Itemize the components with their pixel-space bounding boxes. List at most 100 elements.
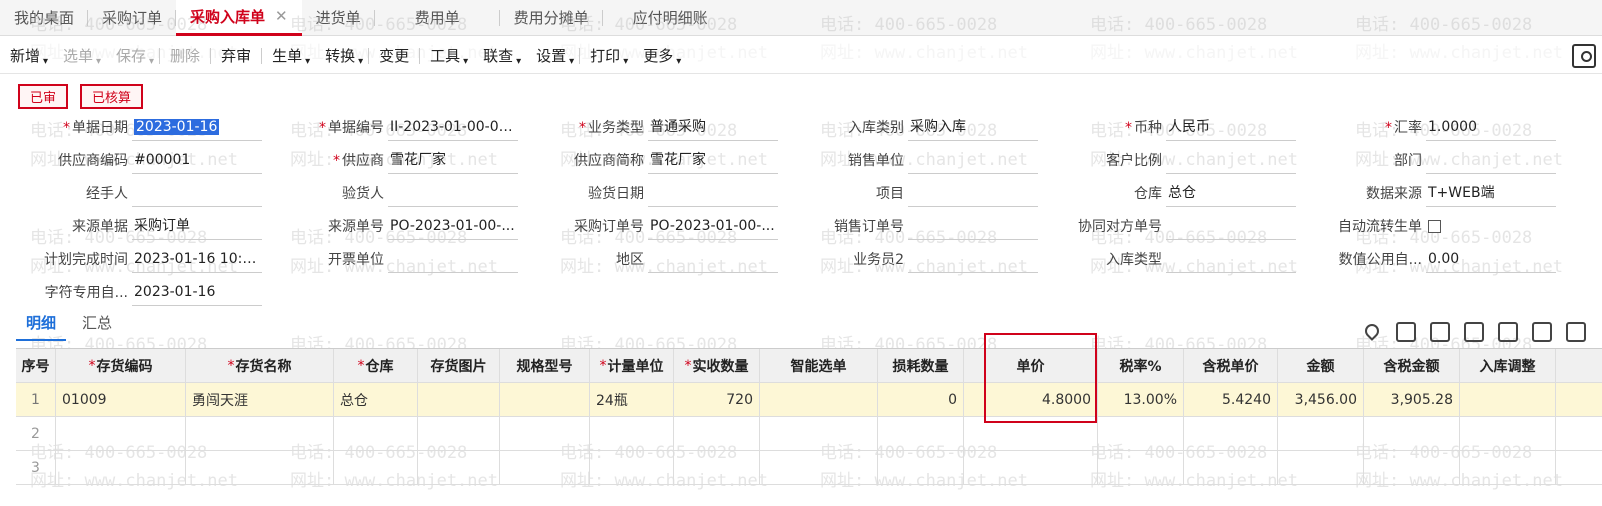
auto-flow-checkbox[interactable]: [1428, 219, 1441, 233]
project-input[interactable]: [908, 183, 1038, 207]
tab-purchase-receipt[interactable]: 采购入库单 ✕: [176, 0, 302, 36]
cell-loss-qty[interactable]: 0: [878, 383, 964, 416]
change-button[interactable]: 变更: [369, 38, 419, 74]
search-icon[interactable]: [1572, 43, 1596, 68]
cell-receipt-adjust[interactable]: [1460, 417, 1556, 450]
copy-row-icon[interactable]: [1396, 322, 1416, 342]
cell-unit[interactable]: 24瓶: [590, 383, 674, 416]
partner-no-input[interactable]: [1166, 216, 1296, 240]
cell-unit-price[interactable]: 4.8000: [964, 383, 1098, 416]
tab-expense-allocation[interactable]: 费用分摊单: [500, 0, 603, 36]
cell-smart-pick[interactable]: [760, 383, 878, 416]
data-source-input[interactable]: T+WEB端: [1426, 183, 1556, 207]
tab-purchase-order[interactable]: 采购订单: [88, 0, 177, 36]
cell-smart-pick[interactable]: [760, 417, 878, 450]
abandon-audit-button[interactable]: 弃审: [211, 38, 261, 74]
delete-row-icon[interactable]: [1464, 322, 1484, 342]
cell-received-qty[interactable]: [674, 451, 760, 484]
in-kind-input[interactable]: [1166, 249, 1296, 273]
plan-time-input[interactable]: 2023-01-16 10:4...: [132, 249, 262, 273]
handler-input[interactable]: [132, 183, 262, 207]
cell-item-image[interactable]: [418, 417, 500, 450]
tab-detail[interactable]: 明细: [16, 310, 67, 341]
cell-item-name[interactable]: [186, 417, 334, 450]
cell-tax-unit-price[interactable]: [1184, 417, 1278, 450]
dept-input[interactable]: [1426, 150, 1556, 174]
char-custom-input[interactable]: 2023-01-16: [132, 282, 262, 306]
tab-expense[interactable]: 费用单: [375, 0, 500, 36]
cell-item-code[interactable]: [56, 417, 186, 450]
cell-spec[interactable]: [500, 383, 590, 416]
location-pin-icon[interactable]: [1362, 321, 1382, 341]
tools-button[interactable]: 工具 ▾: [420, 38, 473, 74]
tab-my-desktop[interactable]: 我的桌面: [0, 0, 89, 36]
warehouse-input[interactable]: 总仓: [1166, 183, 1296, 207]
cell-receipt-adjust[interactable]: [1460, 451, 1556, 484]
column-header-item-image[interactable]: 存货图片: [418, 349, 500, 382]
column-header-loss-qty[interactable]: 损耗数量: [878, 349, 964, 382]
rate-input[interactable]: 1.0000: [1426, 117, 1556, 141]
cell-loss-qty[interactable]: [878, 451, 964, 484]
cell-unit[interactable]: [590, 417, 674, 450]
convert-button[interactable]: 转换 ▾: [315, 38, 368, 74]
cell-tax-rate[interactable]: [1098, 417, 1184, 450]
new-button[interactable]: 新增 ▾: [0, 38, 53, 74]
so-no-input[interactable]: [908, 216, 1038, 240]
cell-tax-amount[interactable]: [1364, 417, 1460, 450]
paste-row-icon[interactable]: [1430, 322, 1450, 342]
tab-goods-receipt[interactable]: 进货单: [302, 0, 375, 36]
column-header-spec[interactable]: 规格型号: [500, 349, 590, 382]
cell-tax-rate[interactable]: 13.00%: [1098, 383, 1184, 416]
pick-button[interactable]: 选单 ▾: [53, 38, 106, 74]
cell-loss-qty[interactable]: [878, 417, 964, 450]
region-input[interactable]: [648, 249, 778, 273]
num-custom-input[interactable]: 0.00: [1426, 249, 1556, 273]
cell-tax-unit-price[interactable]: 5.4240: [1184, 383, 1278, 416]
cell-item-name[interactable]: 勇闯天涯: [186, 383, 334, 416]
biz-type-input[interactable]: 普通采购: [648, 117, 778, 141]
column-header-tax-unit-price[interactable]: 含税单价: [1184, 349, 1278, 382]
vendor-short-input[interactable]: 雪花厂家: [648, 150, 778, 174]
cell-amount[interactable]: 3,456.00: [1278, 383, 1364, 416]
cell-unit[interactable]: [590, 451, 674, 484]
tab-summary[interactable]: 汇总: [72, 310, 122, 341]
cell-tax-amount[interactable]: [1364, 451, 1460, 484]
generate-button[interactable]: 生单 ▾: [262, 38, 315, 74]
cell-spec[interactable]: [500, 417, 590, 450]
cell-received-qty[interactable]: 720: [674, 383, 760, 416]
more-button[interactable]: 更多 ▾: [633, 38, 686, 74]
table-row[interactable]: 1 01009 勇闯天涯 总仓 24瓶 720 0 4.8000 13.00% 5.4240 3,4…: [16, 383, 1602, 417]
sort-icon[interactable]: [1498, 322, 1518, 342]
column-header-amount[interactable]: 金额: [1278, 349, 1364, 382]
cell-received-qty[interactable]: [674, 417, 760, 450]
vendor-input[interactable]: 雪花厂家: [388, 150, 518, 174]
in-type-input[interactable]: 采购入库: [908, 117, 1038, 141]
sales-unit-input[interactable]: [908, 150, 1038, 174]
cell-item-image[interactable]: [418, 451, 500, 484]
src-doc-input[interactable]: 采购订单: [132, 216, 262, 240]
cell-spec[interactable]: [500, 451, 590, 484]
cell-item-code[interactable]: 01009: [56, 383, 186, 416]
column-header-tax-amount[interactable]: 含税金额: [1364, 349, 1460, 382]
salesman2-input[interactable]: [908, 249, 1038, 273]
cell-warehouse[interactable]: [334, 451, 418, 484]
inspector-input[interactable]: [388, 183, 518, 207]
cell-amount[interactable]: [1278, 451, 1364, 484]
delete-button[interactable]: 删除: [160, 38, 210, 74]
table-row[interactable]: 3: [16, 451, 1602, 485]
column-header-received-qty[interactable]: * 实收数量: [674, 349, 760, 382]
print-button[interactable]: 打印 ▾: [580, 38, 633, 74]
column-header-item-code[interactable]: * 存货编码: [56, 349, 186, 382]
doc-no-input[interactable]: II-2023-01-00-0012: [388, 117, 518, 141]
cell-item-code[interactable]: [56, 451, 186, 484]
column-settings-icon[interactable]: [1532, 322, 1552, 342]
column-header-smart-pick[interactable]: 智能选单: [760, 349, 878, 382]
cell-tax-amount[interactable]: 3,905.28: [1364, 383, 1460, 416]
vendor-code-input[interactable]: #00001: [132, 150, 262, 174]
cell-warehouse[interactable]: 总仓: [334, 383, 418, 416]
invoice-unit-input[interactable]: [388, 249, 518, 273]
column-header-item-name[interactable]: * 存货名称: [186, 349, 334, 382]
table-row[interactable]: 2: [16, 417, 1602, 451]
inspect-date-input[interactable]: [648, 183, 778, 207]
export-icon[interactable]: [1566, 322, 1586, 342]
